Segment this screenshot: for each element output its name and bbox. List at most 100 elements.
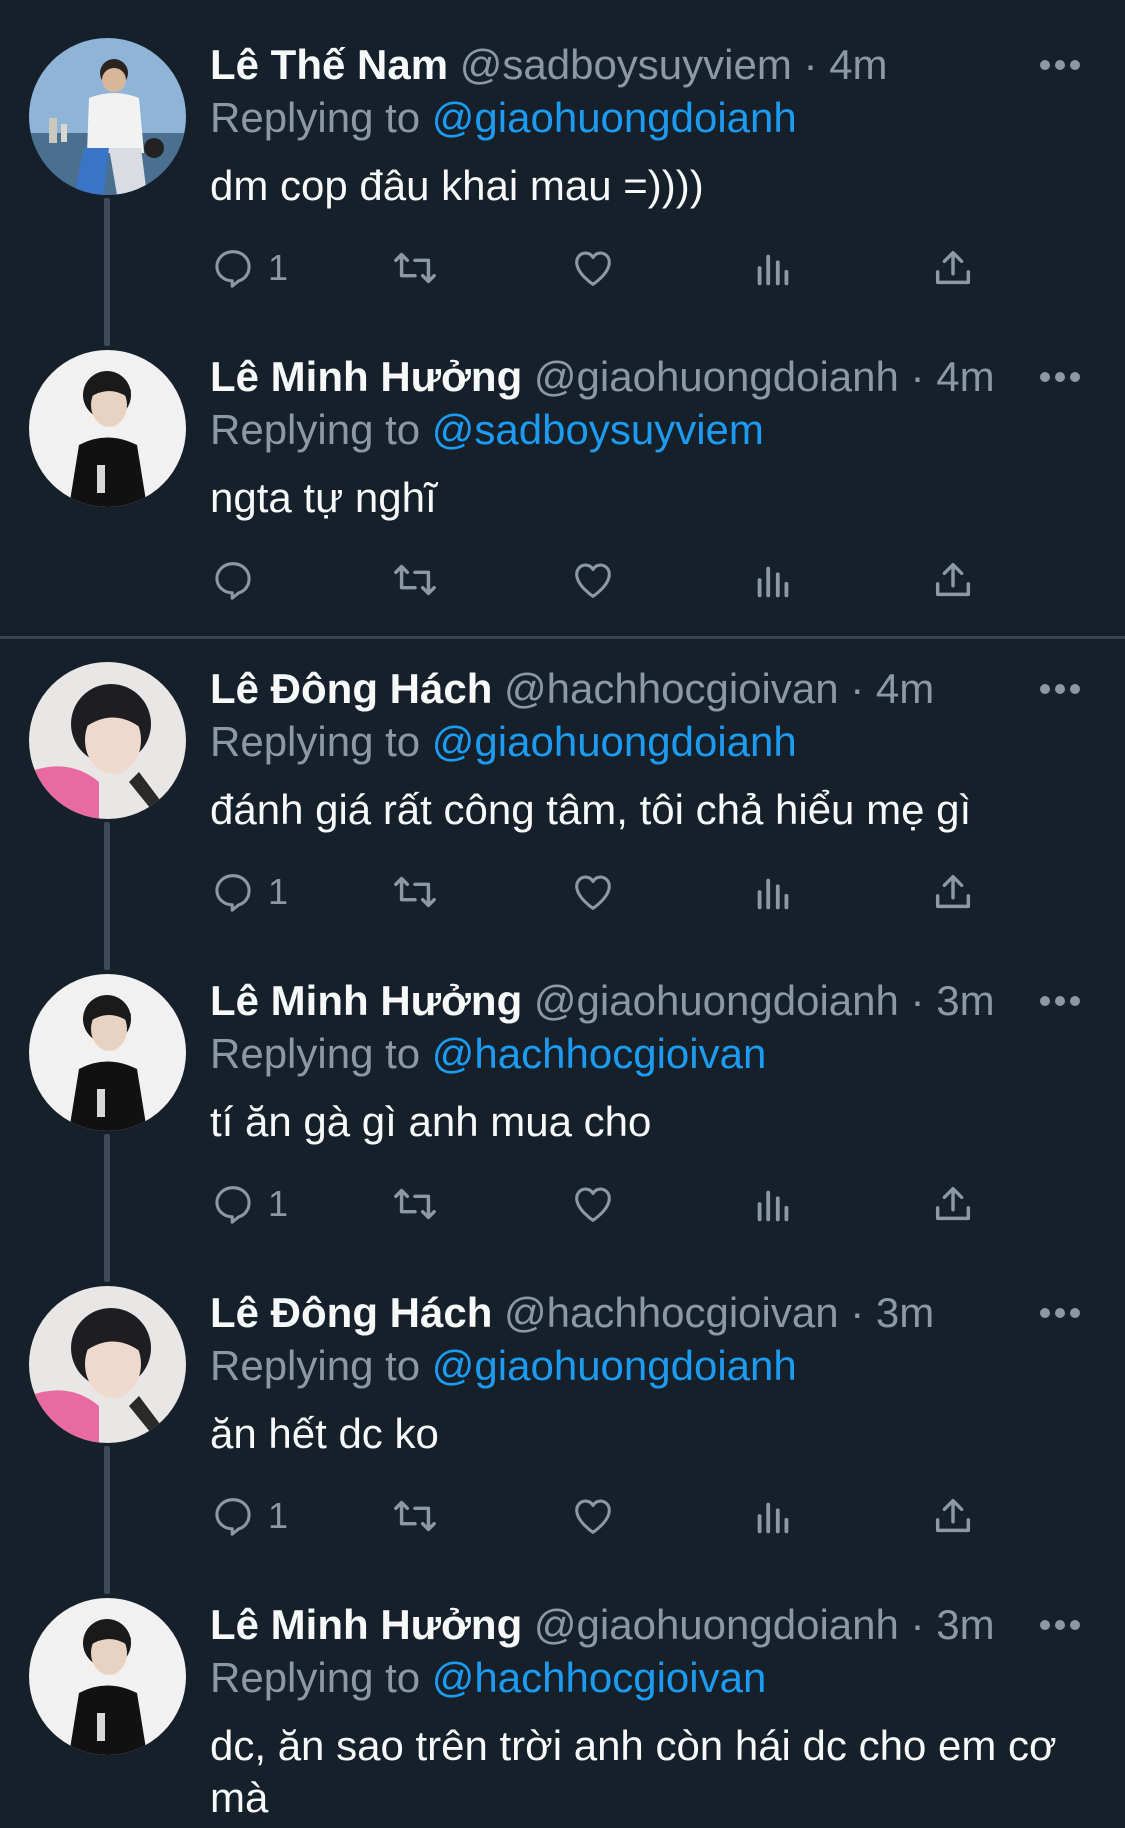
more-icon[interactable] bbox=[1040, 684, 1080, 696]
reply-button[interactable]: 1 bbox=[210, 864, 288, 920]
share-button[interactable] bbox=[930, 1176, 976, 1232]
separator: · bbox=[850, 1289, 865, 1336]
more-icon[interactable] bbox=[1040, 1308, 1080, 1320]
more-icon[interactable] bbox=[1040, 60, 1080, 72]
like-icon bbox=[575, 1187, 611, 1222]
timestamp[interactable]: 3m bbox=[936, 977, 994, 1024]
timestamp[interactable]: 4m bbox=[829, 41, 887, 88]
views-button[interactable] bbox=[750, 1176, 796, 1232]
avatar[interactable] bbox=[29, 1286, 186, 1443]
reply-button[interactable]: 1 bbox=[210, 240, 288, 296]
username[interactable]: @hachhocgioivan bbox=[504, 665, 839, 712]
share-button[interactable] bbox=[930, 864, 976, 920]
share-button[interactable] bbox=[930, 240, 976, 296]
tweet[interactable]: Lê Thế Nam @sadboysuyviem · 4m Replying … bbox=[0, 0, 1125, 312]
timestamp[interactable]: 3m bbox=[876, 1289, 934, 1336]
reply-button[interactable] bbox=[210, 552, 268, 608]
reply-button[interactable]: 1 bbox=[210, 1488, 288, 1544]
display-name[interactable]: Lê Đông Hách bbox=[210, 665, 492, 712]
display-name[interactable]: Lê Minh Hưởng bbox=[210, 1601, 522, 1648]
views-icon bbox=[757, 1190, 789, 1222]
mention-link[interactable]: @giaohuongdoianh bbox=[432, 718, 797, 765]
replying-prefix: Replying to bbox=[210, 1342, 421, 1389]
display-name[interactable]: Lê Thế Nam bbox=[210, 41, 448, 88]
username[interactable]: @hachhocgioivan bbox=[504, 1289, 839, 1336]
like-button[interactable] bbox=[570, 552, 616, 608]
mention-link[interactable]: @hachhocgioivan bbox=[432, 1030, 767, 1077]
replying-to: Replying to @hachhocgioivan bbox=[210, 1653, 766, 1703]
views-button[interactable] bbox=[750, 1488, 796, 1544]
reply-count: 1 bbox=[268, 1183, 289, 1224]
display-name[interactable]: Lê Đông Hách bbox=[210, 1289, 492, 1336]
avatar[interactable] bbox=[29, 974, 186, 1131]
replying-prefix: Replying to bbox=[210, 1654, 421, 1701]
reply-icon bbox=[215, 874, 251, 912]
replying-prefix: Replying to bbox=[210, 718, 421, 765]
like-button[interactable] bbox=[570, 1176, 616, 1232]
share-button[interactable] bbox=[930, 552, 976, 608]
retweet-button[interactable] bbox=[390, 864, 440, 920]
more-icon[interactable] bbox=[1040, 372, 1080, 384]
views-button[interactable] bbox=[750, 864, 796, 920]
replying-prefix: Replying to bbox=[210, 94, 421, 141]
avatar[interactable] bbox=[29, 350, 186, 507]
tweet-actions bbox=[210, 552, 1010, 608]
username[interactable]: @sadboysuyviem bbox=[460, 41, 792, 88]
tweet-header: Lê Minh Hưởng @giaohuongdoianh · 3m bbox=[210, 976, 995, 1026]
like-button[interactable] bbox=[570, 240, 616, 296]
more-icon[interactable] bbox=[1040, 1620, 1080, 1632]
tweet-text: đánh giá rất công tâm, tôi chả hiểu mẹ g… bbox=[210, 786, 972, 833]
timestamp[interactable]: 4m bbox=[936, 353, 994, 400]
retweet-button[interactable] bbox=[390, 1176, 440, 1232]
tweet[interactable]: Lê Minh Hưởng @giaohuongdoianh · 3m Repl… bbox=[0, 936, 1125, 1248]
share-icon bbox=[935, 1498, 971, 1533]
timestamp[interactable]: 4m bbox=[876, 665, 934, 712]
retweet-icon bbox=[394, 252, 436, 284]
share-icon bbox=[935, 562, 971, 597]
username[interactable]: @giaohuongdoianh bbox=[534, 1601, 899, 1648]
reply-icon bbox=[215, 250, 251, 288]
mention-link[interactable]: @sadboysuyviem bbox=[432, 406, 764, 453]
tweet[interactable]: Lê Minh Hưởng @giaohuongdoianh · 4m Repl… bbox=[0, 312, 1125, 624]
retweet-button[interactable] bbox=[390, 1488, 440, 1544]
separator: · bbox=[850, 665, 865, 712]
retweet-icon bbox=[394, 876, 436, 908]
views-button[interactable] bbox=[750, 552, 796, 608]
tweet-header: Lê Đông Hách @hachhocgioivan · 3m bbox=[210, 1288, 934, 1338]
avatar[interactable] bbox=[29, 38, 186, 195]
retweet-icon bbox=[394, 1188, 436, 1220]
avatar[interactable] bbox=[29, 1598, 186, 1755]
retweet-icon bbox=[394, 564, 436, 596]
avatar[interactable] bbox=[29, 662, 186, 819]
tweet[interactable]: Lê Đông Hách @hachhocgioivan · 3m Replyi… bbox=[0, 1248, 1125, 1560]
mention-link[interactable]: @hachhocgioivan bbox=[432, 1654, 767, 1701]
views-icon bbox=[757, 1502, 789, 1534]
like-button[interactable] bbox=[570, 864, 616, 920]
share-button[interactable] bbox=[930, 1488, 976, 1544]
display-name[interactable]: Lê Minh Hưởng bbox=[210, 977, 522, 1024]
like-button[interactable] bbox=[570, 1488, 616, 1544]
views-icon bbox=[757, 254, 789, 286]
share-icon bbox=[935, 874, 971, 909]
retweet-button[interactable] bbox=[390, 240, 440, 296]
tweet-text: tí ăn gà gì anh mua cho bbox=[210, 1098, 652, 1145]
tweet[interactable]: Lê Đông Hách @hachhocgioivan · 4m Replyi… bbox=[0, 624, 1125, 936]
tweet-header: Lê Đông Hách @hachhocgioivan · 4m bbox=[210, 664, 934, 714]
display-name[interactable]: Lê Minh Hưởng bbox=[210, 353, 522, 400]
more-icon[interactable] bbox=[1040, 996, 1080, 1008]
tweet-header: Lê Thế Nam @sadboysuyviem · 4m bbox=[210, 40, 888, 90]
replying-prefix: Replying to bbox=[210, 406, 421, 453]
timestamp[interactable]: 3m bbox=[936, 1601, 994, 1648]
username[interactable]: @giaohuongdoianh bbox=[534, 977, 899, 1024]
reply-icon bbox=[215, 1498, 251, 1536]
retweet-button[interactable] bbox=[390, 552, 440, 608]
reply-button[interactable]: 1 bbox=[210, 1176, 288, 1232]
like-icon bbox=[575, 251, 611, 286]
views-button[interactable] bbox=[750, 240, 796, 296]
tweet-header: Lê Minh Hưởng @giaohuongdoianh · 4m bbox=[210, 352, 995, 402]
username[interactable]: @giaohuongdoianh bbox=[534, 353, 899, 400]
mention-link[interactable]: @giaohuongdoianh bbox=[432, 94, 797, 141]
replying-to: Replying to @giaohuongdoianh bbox=[210, 1341, 797, 1391]
mention-link[interactable]: @giaohuongdoianh bbox=[432, 1342, 797, 1389]
tweet[interactable]: Lê Minh Hưởng @giaohuongdoianh · 3m Repl… bbox=[0, 1560, 1125, 1828]
